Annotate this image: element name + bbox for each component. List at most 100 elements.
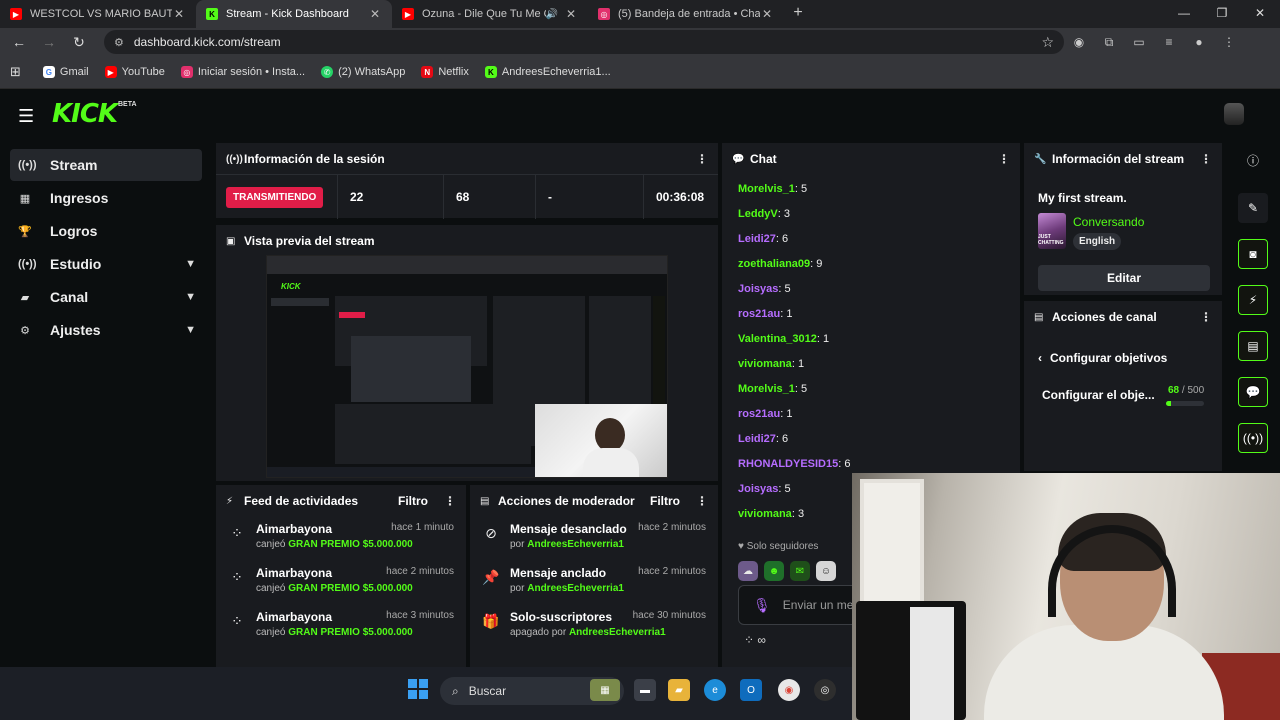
close-icon[interactable]: ✕ [172,7,186,21]
filter-button[interactable]: Filtro [398,494,428,508]
emote-icon[interactable]: ☺ [816,561,836,581]
browser-menu-icon[interactable]: ⋮ [1214,35,1244,49]
emote-icon[interactable]: ☁ [738,561,758,581]
kebab-menu-icon[interactable]: ⋮ [444,494,456,508]
broadcast-icon[interactable]: ((•)) [1238,423,1268,453]
bookmark-instagram[interactable]: ◎ Iniciar sesión • Insta... [180,66,305,78]
activity-time: hace 3 minutos [386,610,454,621]
info-icon[interactable]: ⓘ [1238,145,1268,175]
extension-icon[interactable]: ◉ [1064,35,1094,49]
game-icon[interactable]: ▦ [590,679,620,701]
kebab-menu-icon[interactable]: ⋮ [696,494,708,508]
site-settings-icon[interactable]: ⚙ [114,36,124,49]
close-icon[interactable]: ✕ [368,7,382,21]
activity-user[interactable]: Aimarbayona [256,522,332,536]
chat-username[interactable]: viviomana [738,508,792,520]
chat-username[interactable]: ros21au [738,408,780,420]
new-tab-button[interactable]: + [784,0,812,28]
chrome-icon[interactable]: ◉ [778,679,800,701]
chat-username[interactable]: Morelvis_1 [738,383,795,395]
points-icon[interactable]: ⁘ [744,633,754,647]
edge-icon[interactable]: e [704,679,726,701]
chat-bubble-icon[interactable]: 💬 [1238,377,1268,407]
stream-category[interactable]: Conversando [1073,215,1144,229]
chat-username[interactable]: Joisyas [738,483,778,495]
close-icon[interactable]: ✕ [564,7,578,21]
browser-tab-instagram[interactable]: ◎ (5) Bandeja de entrada • Chats ✕ [588,0,784,28]
bookmark-youtube[interactable]: ▶ YouTube [104,66,165,78]
mod-action-by: apagado por AndreesEcheverria1 [510,627,666,638]
activity-user[interactable]: Aimarbayona [256,610,332,624]
chat-username[interactable]: Leidi27 [738,433,776,445]
browser-tab-youtube-ozuna[interactable]: ▶ Ozuna - Dile Que Tu Me Qu 🔊 ✕ [392,0,588,28]
mod-action-user[interactable]: AndreesEcheverria1 [569,627,666,638]
bolt-icon[interactable]: ⚡ [1238,285,1268,315]
sidebar-item-estudio[interactable]: ((•)) Estudio ▼ [10,248,202,280]
sidebar-item-logros[interactable]: 🏆 Logros [10,215,202,247]
sidebar-item-ajustes[interactable]: ⚙ Ajustes ▼ [10,314,202,346]
mic-icon[interactable]: 🎙 [753,597,771,614]
chat-username[interactable]: zoethaliana09 [738,258,810,270]
mod-action-user[interactable]: AndreesEcheverria1 [527,539,624,550]
chat-username[interactable]: Morelvis_1 [738,183,795,195]
note-icon[interactable]: ▤ [1238,331,1268,361]
channel-icon: ▰ [20,291,30,304]
emote-icon[interactable]: ☻ [764,561,784,581]
cast-icon[interactable]: ▭ [1124,35,1154,49]
infinity-icon[interactable]: ∞ [757,633,766,647]
activity-user[interactable]: Aimarbayona [256,566,332,580]
kebab-menu-icon[interactable]: ⋮ [696,152,708,166]
back-icon[interactable]: ← [4,34,34,50]
configure-goal-item[interactable]: Configurar el obje... [1042,388,1155,402]
puzzle-extensions-icon[interactable]: ⧉ [1094,35,1124,50]
chat-username[interactable]: LeddyV [738,208,778,220]
bookmark-star-icon[interactable]: ☆ [1041,34,1054,51]
sidebar-item-ingresos[interactable]: ▦ Ingresos [10,182,202,214]
kebab-menu-icon[interactable]: ⋮ [998,152,1010,166]
apps-grid-icon[interactable]: ⊞ [10,64,21,80]
obs-icon[interactable]: ◎ [814,679,836,701]
window-close-icon[interactable]: ✕ [1242,0,1278,28]
chat-username[interactable]: Joisyas [738,283,778,295]
sidebar-item-canal[interactable]: ▰ Canal ▼ [10,281,202,313]
pencil-icon[interactable]: ✎ [1238,193,1268,223]
forward-icon[interactable]: → [34,34,64,50]
browser-tab-kick-dashboard[interactable]: K Stream - Kick Dashboard ✕ [196,0,392,28]
folder-icon[interactable]: ▰ [668,679,690,701]
close-icon[interactable]: ✕ [760,7,774,21]
stream-preview-video[interactable]: KICK [266,255,668,478]
bookmark-gmail[interactable]: G Gmail [42,66,89,78]
speaker-icon[interactable]: 🔊 [546,9,558,20]
sidebar-item-stream[interactable]: ((•)) Stream [10,149,202,181]
outlook-icon[interactable]: O [740,679,762,701]
hamburger-menu-icon[interactable]: ☰ [18,106,34,127]
chat-username[interactable]: Leidi27 [738,233,776,245]
reading-list-icon[interactable]: ≡ [1154,35,1184,49]
bookmark-kick-channel[interactable]: K AndreesEcheverria1... [484,66,611,78]
windows-start-icon[interactable] [408,679,428,699]
chat-username[interactable]: viviomana [738,358,792,370]
chat-username[interactable]: RHONALDYESID15 [738,458,838,470]
mod-action-user[interactable]: AndreesEcheverria1 [527,583,624,594]
filter-button[interactable]: Filtro [650,494,680,508]
terminal-icon[interactable]: ▬ [634,679,656,701]
configure-goals-back[interactable]: ‹ Configurar objetivos [1038,351,1167,365]
chat-username[interactable]: Valentina_3012 [738,333,817,345]
address-bar[interactable]: ⚙ dashboard.kick.com/stream ☆ [104,30,1064,54]
camera-icon[interactable]: ◙ [1238,239,1268,269]
profile-avatar-icon[interactable]: ● [1184,35,1214,49]
minimize-icon[interactable]: — [1166,0,1202,28]
browser-tab-youtube-westcol[interactable]: ▶ WESTCOL VS MARIO BAUTISTA ✕ [0,0,196,28]
bookmark-netflix[interactable]: N Netflix [421,66,469,78]
chat-username[interactable]: ros21au [738,308,780,320]
activity-reward: GRAN PREMIO $5.000.000 [288,627,413,638]
user-avatar[interactable] [1224,103,1244,125]
kebab-menu-icon[interactable]: ⋮ [1200,152,1212,166]
edit-stream-button[interactable]: Editar [1038,265,1210,291]
reload-icon[interactable]: ↻ [64,34,94,51]
restore-icon[interactable]: ❐ [1204,0,1240,28]
emote-icon[interactable]: ✉ [790,561,810,581]
kebab-menu-icon[interactable]: ⋮ [1200,310,1212,324]
bookmark-whatsapp[interactable]: ✆ (2) WhatsApp [321,66,405,78]
kick-logo[interactable]: KICK [52,99,118,129]
